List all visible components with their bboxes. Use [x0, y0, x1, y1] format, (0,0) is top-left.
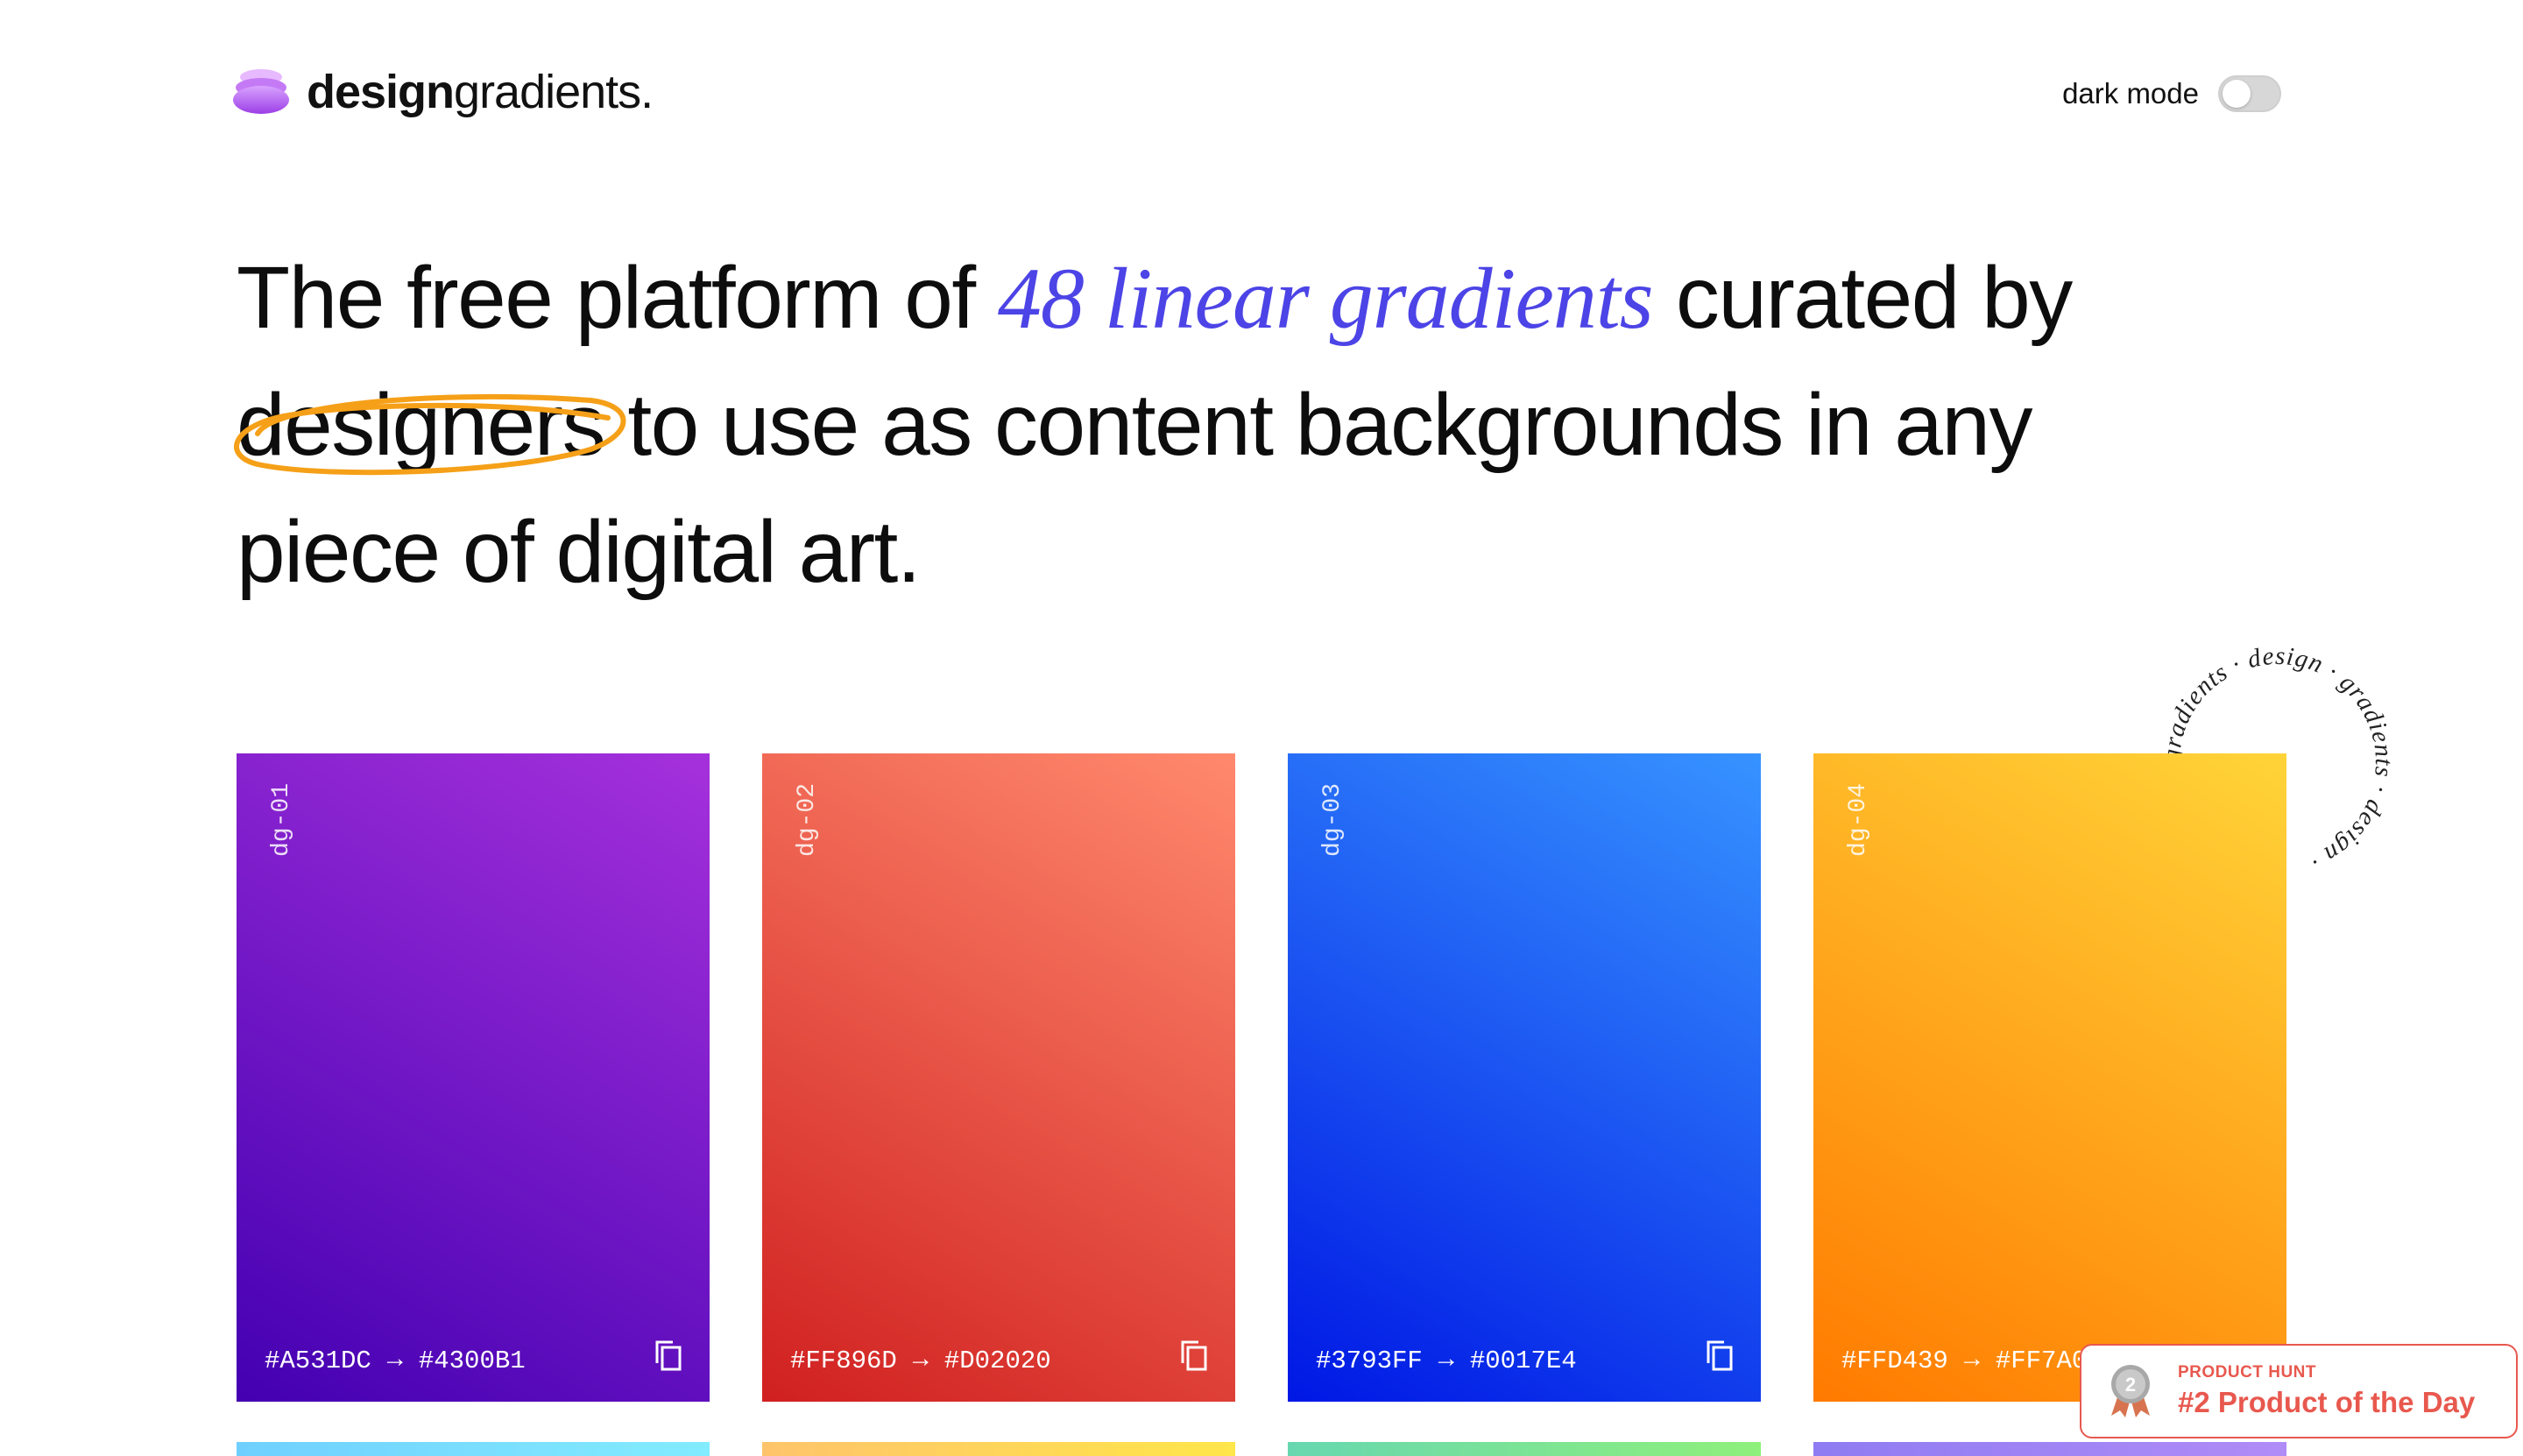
- row2-strip-3[interactable]: [1288, 1442, 1761, 1456]
- card-to-color[interactable]: #4300B1: [419, 1346, 526, 1375]
- logo[interactable]: designgradients.: [233, 66, 654, 118]
- card-from-color[interactable]: #FFD439: [1841, 1346, 1948, 1375]
- row2-strip-1[interactable]: [237, 1442, 710, 1456]
- card-id: dg-01: [268, 783, 295, 858]
- hero-text-1: The free platform of: [237, 249, 998, 347]
- hero-accent: 48 linear gradients: [997, 250, 1654, 347]
- gradient-card-1[interactable]: dg-01 #A531DC → #4300B1: [237, 753, 710, 1402]
- hero-circled-word: designers: [234, 362, 626, 489]
- product-hunt-badge[interactable]: 2 PRODUCT HUNT #2 Product of the Day: [2080, 1344, 2518, 1438]
- card-id: dg-04: [1845, 783, 1872, 858]
- card-from-color[interactable]: #3793FF: [1316, 1346, 1423, 1375]
- gradient-card-3[interactable]: dg-03 #3793FF → #0017E4: [1288, 753, 1761, 1402]
- page: designgradients. dark mode The free plat…: [0, 0, 2523, 1456]
- arrow-right-icon: →: [912, 1346, 929, 1375]
- card-codes: #FF896D → #D02020: [790, 1346, 1051, 1375]
- logo-text-light: gradients.: [454, 66, 654, 118]
- arrow-right-icon: →: [386, 1346, 403, 1375]
- toggle-knob: [2223, 80, 2251, 108]
- card-id: dg-02: [794, 783, 821, 858]
- card-from-color[interactable]: #FF896D: [790, 1346, 897, 1375]
- product-hunt-text: PRODUCT HUNT #2 Product of the Day: [2178, 1363, 2475, 1419]
- row2-strip-2[interactable]: [762, 1442, 1235, 1456]
- card-to-color[interactable]: #D02020: [944, 1346, 1051, 1375]
- hero-text-2: curated by: [1652, 249, 2073, 347]
- product-hunt-rank: #2 Product of the Day: [2178, 1386, 2476, 1418]
- logo-icon: [233, 67, 289, 117]
- dark-mode-label: dark mode: [2062, 77, 2199, 110]
- copy-icon[interactable]: [1179, 1339, 1209, 1372]
- card-codes: #A531DC → #4300B1: [265, 1346, 526, 1375]
- arrow-right-icon: →: [1963, 1346, 1980, 1375]
- logo-text: designgradients.: [307, 66, 654, 118]
- card-to-color[interactable]: #0017E4: [1470, 1346, 1577, 1375]
- product-hunt-label: PRODUCT HUNT: [2178, 1363, 2316, 1382]
- card-codes: #3793FF → #0017E4: [1316, 1346, 1577, 1375]
- gradient-card-4[interactable]: dg-04 #FFD439 → #FF7A00: [1813, 753, 2286, 1402]
- row2-strip-4[interactable]: [1813, 1442, 2286, 1456]
- gradient-card-2[interactable]: dg-02 #FF896D → #D02020: [762, 753, 1235, 1402]
- card-from-color[interactable]: #A531DC: [265, 1346, 371, 1375]
- medal-icon: 2: [2111, 1365, 2150, 1417]
- hero-circled-text: designers: [237, 376, 606, 474]
- card-codes: #FFD439 → #FF7A00: [1841, 1346, 2102, 1375]
- card-id: dg-03: [1319, 783, 1346, 858]
- medal-number: 2: [2125, 1374, 2136, 1396]
- hero-heading: The free platform of 48 linear gradients…: [234, 235, 2164, 616]
- arrow-right-icon: →: [1438, 1346, 1454, 1375]
- copy-icon[interactable]: [654, 1339, 683, 1372]
- logo-text-bold: design: [307, 66, 455, 118]
- copy-icon[interactable]: [1705, 1339, 1735, 1372]
- dark-mode-toggle[interactable]: [2218, 75, 2281, 112]
- dark-mode-control: dark mode: [2062, 75, 2281, 112]
